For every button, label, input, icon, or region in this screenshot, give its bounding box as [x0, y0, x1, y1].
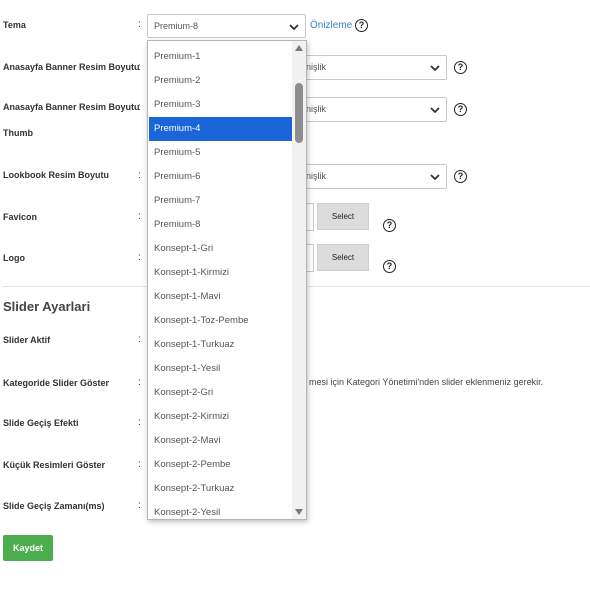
save-button[interactable]: Kaydet: [3, 535, 53, 561]
dropdown-option[interactable]: Premium-8: [149, 213, 292, 237]
slider-active-label: Slider Aktif: [3, 335, 51, 345]
help-icon[interactable]: ?: [454, 170, 467, 183]
slide-time-label: Slide Geçiş Zamanı(ms): [3, 501, 105, 511]
chevron-down-icon: [430, 174, 440, 181]
dropdown-option[interactable]: Premium-7: [149, 189, 292, 213]
help-icon[interactable]: ?: [355, 19, 368, 32]
dropdown-option[interactable]: Konsept-1-Turkuaz: [149, 333, 292, 357]
dropdown-option[interactable]: Konsept-2-Yesil: [149, 501, 292, 519]
tema-select-value: Premium-8: [154, 21, 199, 31]
category-slider-colon: :: [138, 377, 141, 388]
lookbook-label: Lookbook Resim Boyutu: [3, 170, 110, 180]
tema-dropdown-list[interactable]: Konsept-2-Yesil Konsept-2-Turkuaz Konsept-…: [147, 40, 307, 520]
banner-thumb-label-2: Thumb: [3, 128, 33, 138]
chevron-down-icon: [430, 107, 440, 114]
logo-label: Logo: [3, 253, 25, 263]
slider-active-colon: :: [138, 334, 141, 345]
chevron-down-icon: [289, 24, 299, 31]
dropdown-option[interactable]: Premium-2: [149, 69, 292, 93]
logo-select-button[interactable]: Select: [317, 244, 369, 271]
favicon-colon: :: [138, 211, 141, 222]
show-thumbnails-label: Küçük Resimleri Göster: [3, 460, 106, 470]
dropdown-scrollbar[interactable]: [292, 41, 306, 519]
scroll-up-arrow-icon[interactable]: [295, 45, 303, 51]
dropdown-option[interactable]: Konsept-2-Pembe: [149, 453, 292, 477]
slide-time-colon: :: [138, 500, 141, 511]
dropdown-option[interactable]: Konsept-2-Gri: [149, 381, 292, 405]
scroll-thumb[interactable]: [295, 83, 303, 143]
dropdown-option[interactable]: Konsept-1-Gri: [149, 237, 292, 261]
banner-size-colon: :: [138, 62, 141, 73]
tema-select[interactable]: Premium-8: [147, 14, 306, 38]
favicon-label: Favicon: [3, 212, 38, 222]
scroll-down-arrow-icon[interactable]: [295, 509, 303, 515]
dropdown-option[interactable]: Premium-4: [149, 117, 292, 141]
category-slider-label: Kategoride Slider Göster: [3, 378, 110, 388]
dropdown-option[interactable]: Premium-1: [149, 45, 292, 69]
help-icon[interactable]: ?: [454, 103, 467, 116]
help-icon[interactable]: ?: [383, 260, 396, 273]
help-icon[interactable]: ?: [383, 219, 396, 232]
dropdown-option[interactable]: Konsept-2-Mavi: [149, 429, 292, 453]
show-thumbnails-colon: :: [138, 459, 141, 470]
banner-size-label: Anasayfa Banner Resim Boyutu: [3, 62, 140, 72]
slider-section-title: Slider Ayarlari: [3, 299, 91, 314]
tema-colon: :: [138, 19, 141, 30]
help-icon[interactable]: ?: [454, 61, 467, 74]
lookbook-colon: :: [138, 170, 141, 181]
dropdown-option[interactable]: Konsept-1-Toz-Pembe: [149, 309, 292, 333]
favicon-select-button[interactable]: Select: [317, 203, 369, 230]
banner-thumb-label: Anasayfa Banner Resim Boyutu: [3, 102, 140, 112]
preview-link[interactable]: Önizleme: [310, 20, 352, 31]
chevron-down-icon: [430, 65, 440, 72]
category-slider-note: mesi için Kategori Yönetimi'nden slider …: [309, 377, 544, 387]
dropdown-option[interactable]: Konsept-2-Kirmizi: [149, 405, 292, 429]
dropdown-option[interactable]: Premium-5: [149, 141, 292, 165]
dropdown-option[interactable]: Premium-3: [149, 93, 292, 117]
slide-effect-label: Slide Geçiş Efekti: [3, 418, 79, 428]
banner-thumb-colon: :: [138, 102, 141, 113]
dropdown-option[interactable]: Konsept-1-Yesil: [149, 357, 292, 381]
dropdown-option[interactable]: Premium-6: [149, 165, 292, 189]
dropdown-option[interactable]: Konsept-2-Turkuaz: [149, 477, 292, 501]
tema-label: Tema: [3, 20, 26, 30]
logo-colon: :: [138, 252, 141, 263]
dropdown-option[interactable]: Konsept-1-Mavi: [149, 285, 292, 309]
dropdown-option[interactable]: Konsept-1-Kirmizi: [149, 261, 292, 285]
slide-effect-colon: :: [138, 417, 141, 428]
